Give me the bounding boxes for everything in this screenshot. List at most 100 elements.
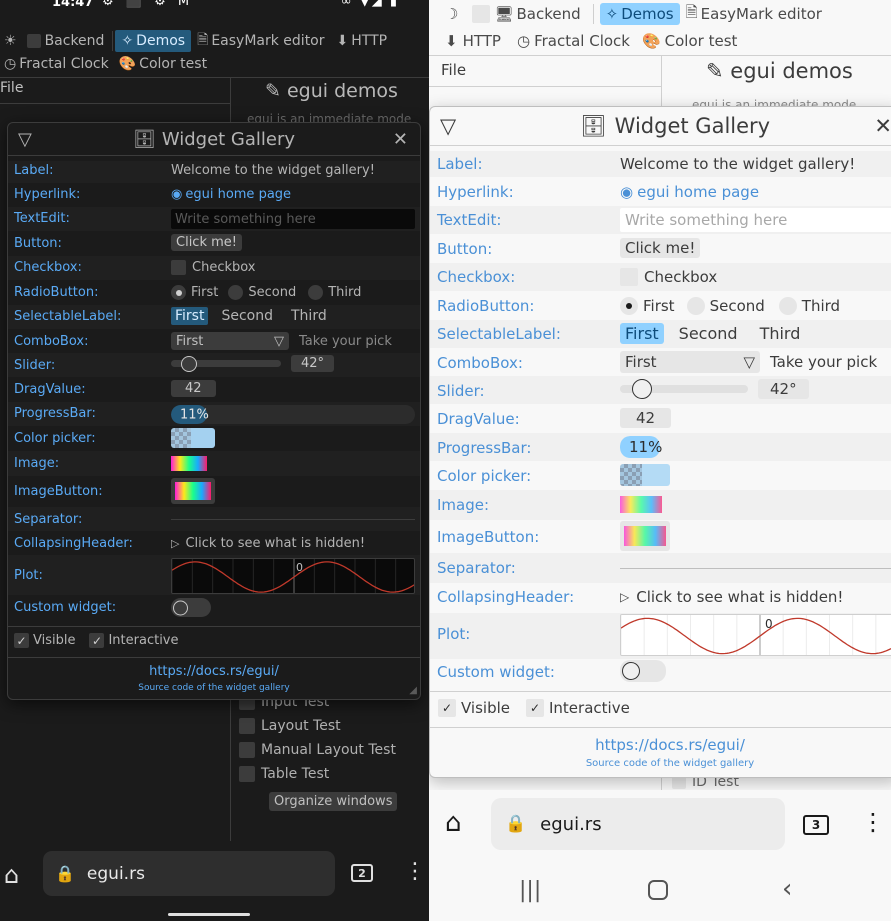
lock-icon: 🔒 <box>505 814 527 834</box>
hyperlink[interactable]: ◉ egui home page <box>171 187 291 202</box>
list-item[interactable]: Manual Layout Test <box>239 738 396 762</box>
http-tab[interactable]: ⬇ HTTP <box>331 30 394 52</box>
combobox-row: First ▽ Take your pick <box>620 351 877 373</box>
radio-third[interactable]: Third <box>778 297 841 315</box>
checkbox-row-name: Checkbox: <box>437 268 516 286</box>
backend-tab[interactable]: Backend <box>21 30 111 52</box>
gesture-bar[interactable] <box>168 913 250 916</box>
selectable-first[interactable]: First <box>620 323 664 344</box>
home-icon[interactable]: ⌂ <box>4 861 19 889</box>
color-picker-button[interactable] <box>620 464 670 486</box>
slider-knob[interactable] <box>632 379 652 399</box>
organize-windows-button[interactable]: Organize windows <box>269 792 398 811</box>
resize-handle-icon[interactable]: ◢ <box>409 685 417 696</box>
slider-knob[interactable] <box>181 355 197 372</box>
docs-link[interactable]: https://docs.rs/egui/ <box>430 736 891 754</box>
radio-second[interactable]: Second <box>686 297 765 315</box>
widget-gallery-window: ▽ 🗄 Widget Gallery ✕ Label: Welcome to t… <box>429 106 891 778</box>
home-nav-icon[interactable] <box>648 880 668 900</box>
radio-label: Third <box>801 297 841 315</box>
back-icon[interactable]: ‹ <box>782 874 792 904</box>
close-icon[interactable]: ✕ <box>393 129 408 150</box>
close-icon[interactable]: ✕ <box>874 114 891 138</box>
text-edit-input[interactable]: Write something here <box>620 208 891 232</box>
color-picker-button[interactable] <box>171 428 215 448</box>
radio-third[interactable]: Third <box>308 285 361 300</box>
palette-icon: 🎨 <box>641 32 661 50</box>
combobox[interactable]: First ▽ <box>620 351 760 373</box>
fractal-clock-tab[interactable]: ◷ Fractal Clock <box>0 53 113 75</box>
combobox[interactable]: First ▽ <box>171 332 289 350</box>
interactive-checkbox[interactable]: ✓ Interactive <box>526 699 630 717</box>
list-item[interactable]: Layout Test <box>239 714 396 738</box>
text-edit-input[interactable]: Write something here <box>171 209 415 229</box>
checkbox[interactable]: Checkbox <box>171 260 256 275</box>
color-test-tab[interactable]: 🎨 Color test <box>113 53 213 75</box>
interactive-checkbox[interactable]: ✓ Interactive <box>89 633 179 648</box>
image-button[interactable] <box>620 521 670 551</box>
image-button[interactable] <box>171 478 215 504</box>
plot[interactable]: 0 <box>620 614 891 656</box>
check-icon: ✓ <box>14 633 29 648</box>
slider[interactable] <box>620 379 748 399</box>
selectable-first[interactable]: First <box>171 307 209 325</box>
hyperlink-row-name: Hyperlink: <box>437 183 514 201</box>
theme-toggle-icon[interactable]: ☀ <box>0 30 21 52</box>
source-link[interactable]: Source code of the widget gallery <box>8 683 420 693</box>
checkbox-row-name: Checkbox: <box>14 260 82 275</box>
http-tab[interactable]: ⬇ HTTP <box>429 30 511 52</box>
home-icon[interactable]: ⌂ <box>445 808 462 838</box>
visible-checkbox[interactable]: ✓ Visible <box>14 633 75 648</box>
drag-value[interactable]: 42 <box>171 380 216 397</box>
collapse-triangle-icon[interactable]: ▽ <box>18 129 32 150</box>
url-bar[interactable]: 🔒 egui.rs <box>43 851 335 896</box>
click-me-button[interactable]: Click me! <box>171 234 242 251</box>
list-item[interactable]: Table Test <box>239 762 396 786</box>
color-test-tab[interactable]: 🎨 Color test <box>636 30 743 52</box>
selectable-second[interactable]: Second <box>221 308 273 324</box>
easymark-tab[interactable]: 🗎 EasyMark editor <box>680 3 828 25</box>
checkbox[interactable]: Checkbox <box>620 268 717 286</box>
selectable-third[interactable]: Third <box>760 324 801 343</box>
hyperlink[interactable]: ◉ egui home page <box>620 183 759 201</box>
checkbox-label: Checkbox <box>644 268 718 286</box>
tabs-counter[interactable]: 3 <box>803 815 829 835</box>
easymark-tab[interactable]: 🗎 EasyMark editor <box>191 30 330 52</box>
file-menu[interactable]: File <box>441 61 466 79</box>
radio-second[interactable]: Second <box>228 285 296 300</box>
recent-apps-icon[interactable]: ||| <box>519 878 541 903</box>
collapsing-header[interactable]: ▷ Click to see what is hidden! <box>620 588 843 606</box>
demos-tab[interactable]: ✧ Demos <box>115 30 192 52</box>
more-menu-icon[interactable]: ⋮ <box>861 808 885 836</box>
theme-toggle-icon[interactable]: ☽ <box>429 3 466 25</box>
selectable-second[interactable]: Second <box>679 324 738 343</box>
chevron-down-icon: ▽ <box>743 353 755 371</box>
file-menu[interactable]: File <box>0 80 23 96</box>
backend-tab[interactable]: 🖥 Backend <box>466 3 586 25</box>
custom-toggle[interactable] <box>171 598 211 617</box>
radio-first[interactable]: First <box>171 285 218 300</box>
source-link[interactable]: Source code of the widget gallery <box>430 758 891 769</box>
tabs-counter[interactable]: 2 <box>351 864 373 882</box>
plot[interactable]: 0 <box>171 558 415 594</box>
drag-value[interactable]: 42 <box>620 408 672 428</box>
slider-value[interactable]: 42° <box>758 379 809 399</box>
url-bar[interactable]: 🔒 egui.rs <box>491 798 785 850</box>
more-menu-icon[interactable]: ⋮ <box>404 859 426 884</box>
docs-link[interactable]: https://docs.rs/egui/ <box>8 664 420 679</box>
slider-value[interactable]: 42° <box>291 355 335 372</box>
selectable-third[interactable]: Third <box>291 308 327 324</box>
demos-label: Demos <box>621 5 674 23</box>
custom-toggle[interactable] <box>620 660 666 682</box>
visible-checkbox[interactable]: ✓ Visible <box>438 699 510 717</box>
checkbox-icon <box>239 766 255 782</box>
collapse-triangle-icon[interactable]: ▽ <box>440 114 456 138</box>
slider[interactable] <box>171 355 281 372</box>
click-me-button[interactable]: Click me! <box>620 238 701 258</box>
radio-first[interactable]: First <box>620 297 675 315</box>
demos-tab[interactable]: ✧ Demos <box>599 3 680 25</box>
fractal-clock-tab[interactable]: ◷ Fractal Clock <box>511 30 636 52</box>
separator-line <box>171 519 415 520</box>
light-theme-screenshot: ☽ 🖥 Backend ✧ Demos 🗎 EasyMark editor ⬇ HTTP… <box>429 0 891 921</box>
collapsing-header[interactable]: ▷ Click to see what is hidden! <box>171 536 365 551</box>
